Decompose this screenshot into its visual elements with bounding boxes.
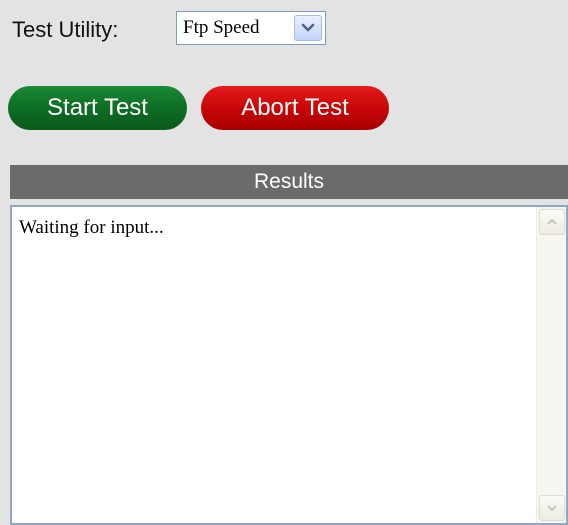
- scroll-up-arrow-icon[interactable]: [539, 209, 565, 235]
- chevron-down-icon[interactable]: [294, 15, 322, 41]
- results-textarea[interactable]: Waiting for input...: [10, 205, 568, 525]
- test-utility-select[interactable]: Ftp Speed: [176, 11, 326, 45]
- start-test-button[interactable]: Start Test: [8, 86, 187, 130]
- test-utility-label: Test Utility:: [12, 17, 119, 42]
- scroll-down-arrow-icon[interactable]: [539, 495, 565, 521]
- results-text: Waiting for input...: [19, 217, 164, 238]
- results-header: Results: [10, 165, 568, 199]
- test-utility-selected-value: Ftp Speed: [183, 17, 260, 38]
- abort-test-button[interactable]: Abort Test: [201, 86, 389, 130]
- results-scrollbar[interactable]: [536, 207, 566, 523]
